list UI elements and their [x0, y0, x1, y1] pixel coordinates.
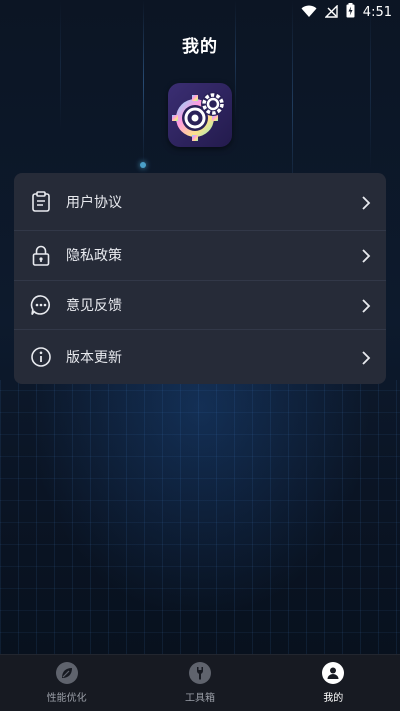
menu-item-label: 版本更新	[66, 349, 122, 366]
chevron-right-icon	[360, 195, 372, 210]
no-signal-icon	[324, 3, 338, 22]
menu-item-feedback[interactable]: 意见反馈	[14, 281, 386, 330]
menu-item-label: 隐私政策	[66, 248, 122, 265]
chevron-right-icon	[360, 298, 372, 313]
status-time: 4:51	[362, 5, 392, 20]
tab-performance[interactable]: 性能优化	[0, 655, 133, 711]
menu-item-label: 用户协议	[66, 194, 122, 211]
leaf-icon	[55, 662, 78, 684]
tab-label: 我的	[323, 693, 344, 704]
tab-mine[interactable]: 我的	[267, 655, 400, 711]
wrench-icon	[188, 662, 211, 684]
tab-label: 性能优化	[46, 693, 87, 704]
glow-dot	[140, 162, 146, 168]
lock-icon	[30, 244, 52, 266]
menu-item-label: 意见反馈	[66, 297, 122, 314]
status-bar: 4:51	[0, 0, 400, 24]
settings-menu: 用户协议 隐私政策 意见反馈 版本更新	[14, 173, 386, 384]
chevron-right-icon	[360, 248, 372, 263]
menu-item-version-update[interactable]: 版本更新	[14, 330, 386, 383]
info-icon	[30, 346, 52, 368]
tab-label: 工具箱	[184, 693, 215, 704]
chat-bubble-icon	[30, 294, 52, 316]
menu-item-user-agreement[interactable]: 用户协议	[14, 173, 386, 231]
page-title: 我的	[182, 37, 218, 57]
menu-item-privacy-policy[interactable]: 隐私政策	[14, 231, 386, 281]
chevron-right-icon	[360, 350, 372, 365]
clipboard-icon	[30, 191, 52, 213]
gear-logo-icon	[168, 83, 232, 147]
user-icon	[322, 662, 345, 684]
bottom-tab-bar: 性能优化 工具箱 我的	[0, 654, 400, 711]
tab-toolbox[interactable]: 工具箱	[133, 655, 266, 711]
wifi-icon	[301, 3, 317, 22]
grid-floor-decoration	[0, 380, 400, 655]
battery-charging-icon	[346, 3, 355, 22]
